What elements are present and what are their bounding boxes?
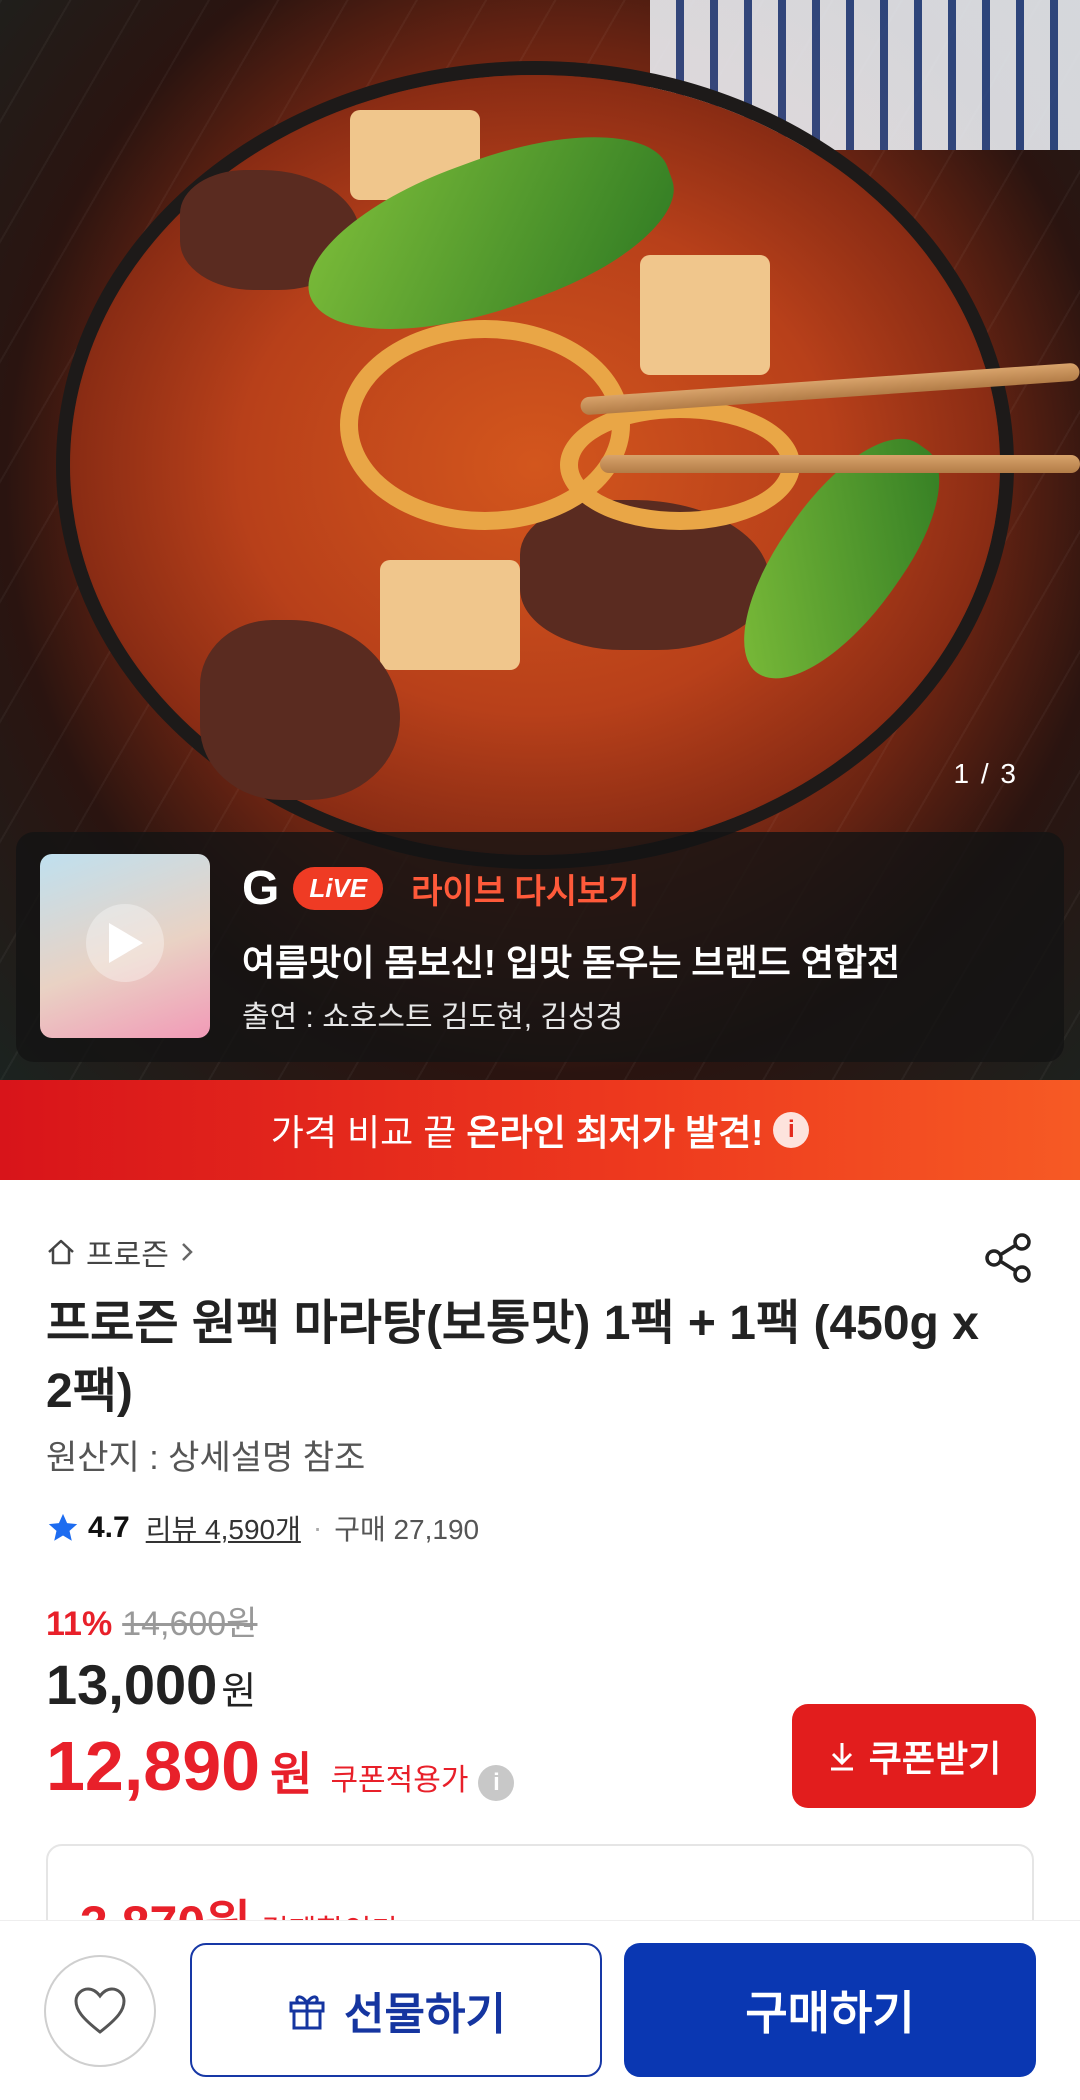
- live-badge: LiVE: [293, 867, 384, 910]
- product-origin: 원산지 : 상세설명 참조: [46, 1439, 366, 1477]
- gift-icon: [289, 1995, 325, 2030]
- bottom-action-bar: 선물하기 구매하기: [0, 1920, 1080, 2100]
- hero-tofu: [640, 255, 770, 375]
- live-title: 여름맛이 몸보신! 입맛 돋우는 브랜드 연합전: [242, 942, 901, 983]
- breadcrumb[interactable]: 프로즌: [46, 1230, 195, 1274]
- live-replay-label: 라이브 다시보기: [411, 873, 640, 911]
- rating-row[interactable]: 4.7 리뷰 4,590개 · 구매 27,190: [46, 1508, 479, 1548]
- home-icon[interactable]: [46, 1237, 76, 1267]
- hero-tofu: [380, 560, 520, 670]
- get-coupon-button[interactable]: 쿠폰받기: [792, 1704, 1036, 1808]
- promo-highlight: 온라인 최저가 발견!: [466, 1112, 764, 1153]
- gift-button[interactable]: 선물하기: [190, 1943, 602, 2077]
- live-thumbnail[interactable]: [40, 854, 210, 1038]
- g-logo-icon: G: [242, 861, 280, 915]
- purchase-count: 구매 27,190: [334, 1514, 480, 1545]
- discount-rate: 11%: [46, 1605, 113, 1643]
- separator-dot: ·: [312, 1512, 323, 1543]
- star-icon: [48, 1513, 78, 1541]
- sale-price-unit: 원: [221, 1671, 257, 1713]
- product-title: 프로즌 원팩 마라탕(보통맛) 1팩 + 1팩 (450g x 2팩): [46, 1297, 979, 1418]
- coupon-price-row: 12,890 원 쿠폰적용가 i: [46, 1726, 515, 1806]
- sale-price: 13,000 원: [46, 1652, 256, 1717]
- heart-icon: [74, 1987, 126, 2034]
- hero-chopstick: [600, 455, 1080, 473]
- play-icon[interactable]: [86, 904, 164, 982]
- image-pager: 1 / 3: [953, 758, 1018, 789]
- chevron-right-icon: [181, 1243, 193, 1261]
- info-icon[interactable]: i: [478, 1765, 515, 1801]
- live-replay-banner[interactable]: G LiVE 라이브 다시보기 여름맛이 몸보신! 입맛 돋우는 브랜드 연합전…: [16, 832, 1064, 1062]
- coupon-price-unit: 원: [270, 1748, 313, 1800]
- original-price: 14,600원: [122, 1605, 258, 1643]
- share-icon[interactable]: [978, 1228, 1038, 1288]
- breadcrumb-category[interactable]: 프로즌: [86, 1230, 169, 1274]
- wishlist-button[interactable]: [44, 1955, 156, 2067]
- promo-text: 가격 비교 끝: [270, 1112, 457, 1153]
- discount-row: 11% 14,600원: [46, 1596, 257, 1645]
- live-brand: G LiVE 라이브 다시보기: [242, 864, 640, 913]
- info-icon[interactable]: i: [773, 1112, 810, 1148]
- gift-label: 선물하기: [344, 1990, 506, 2039]
- download-icon: [830, 1743, 853, 1771]
- sale-price-value: 13,000: [46, 1653, 218, 1716]
- rating-score: 4.7: [88, 1511, 130, 1544]
- live-cast: 출연 : 쇼호스트 김도현, 김성경: [242, 1001, 624, 1034]
- buy-button[interactable]: 구매하기: [624, 1943, 1036, 2077]
- review-count-link[interactable]: 리뷰 4,590개: [146, 1508, 301, 1548]
- get-coupon-label: 쿠폰받기: [868, 1738, 1002, 1779]
- lowest-price-banner[interactable]: 가격 비교 끝 온라인 최저가 발견! i: [0, 1080, 1080, 1180]
- coupon-price-value: 12,890: [46, 1727, 261, 1805]
- coupon-price-label: 쿠폰적용가: [330, 1764, 469, 1797]
